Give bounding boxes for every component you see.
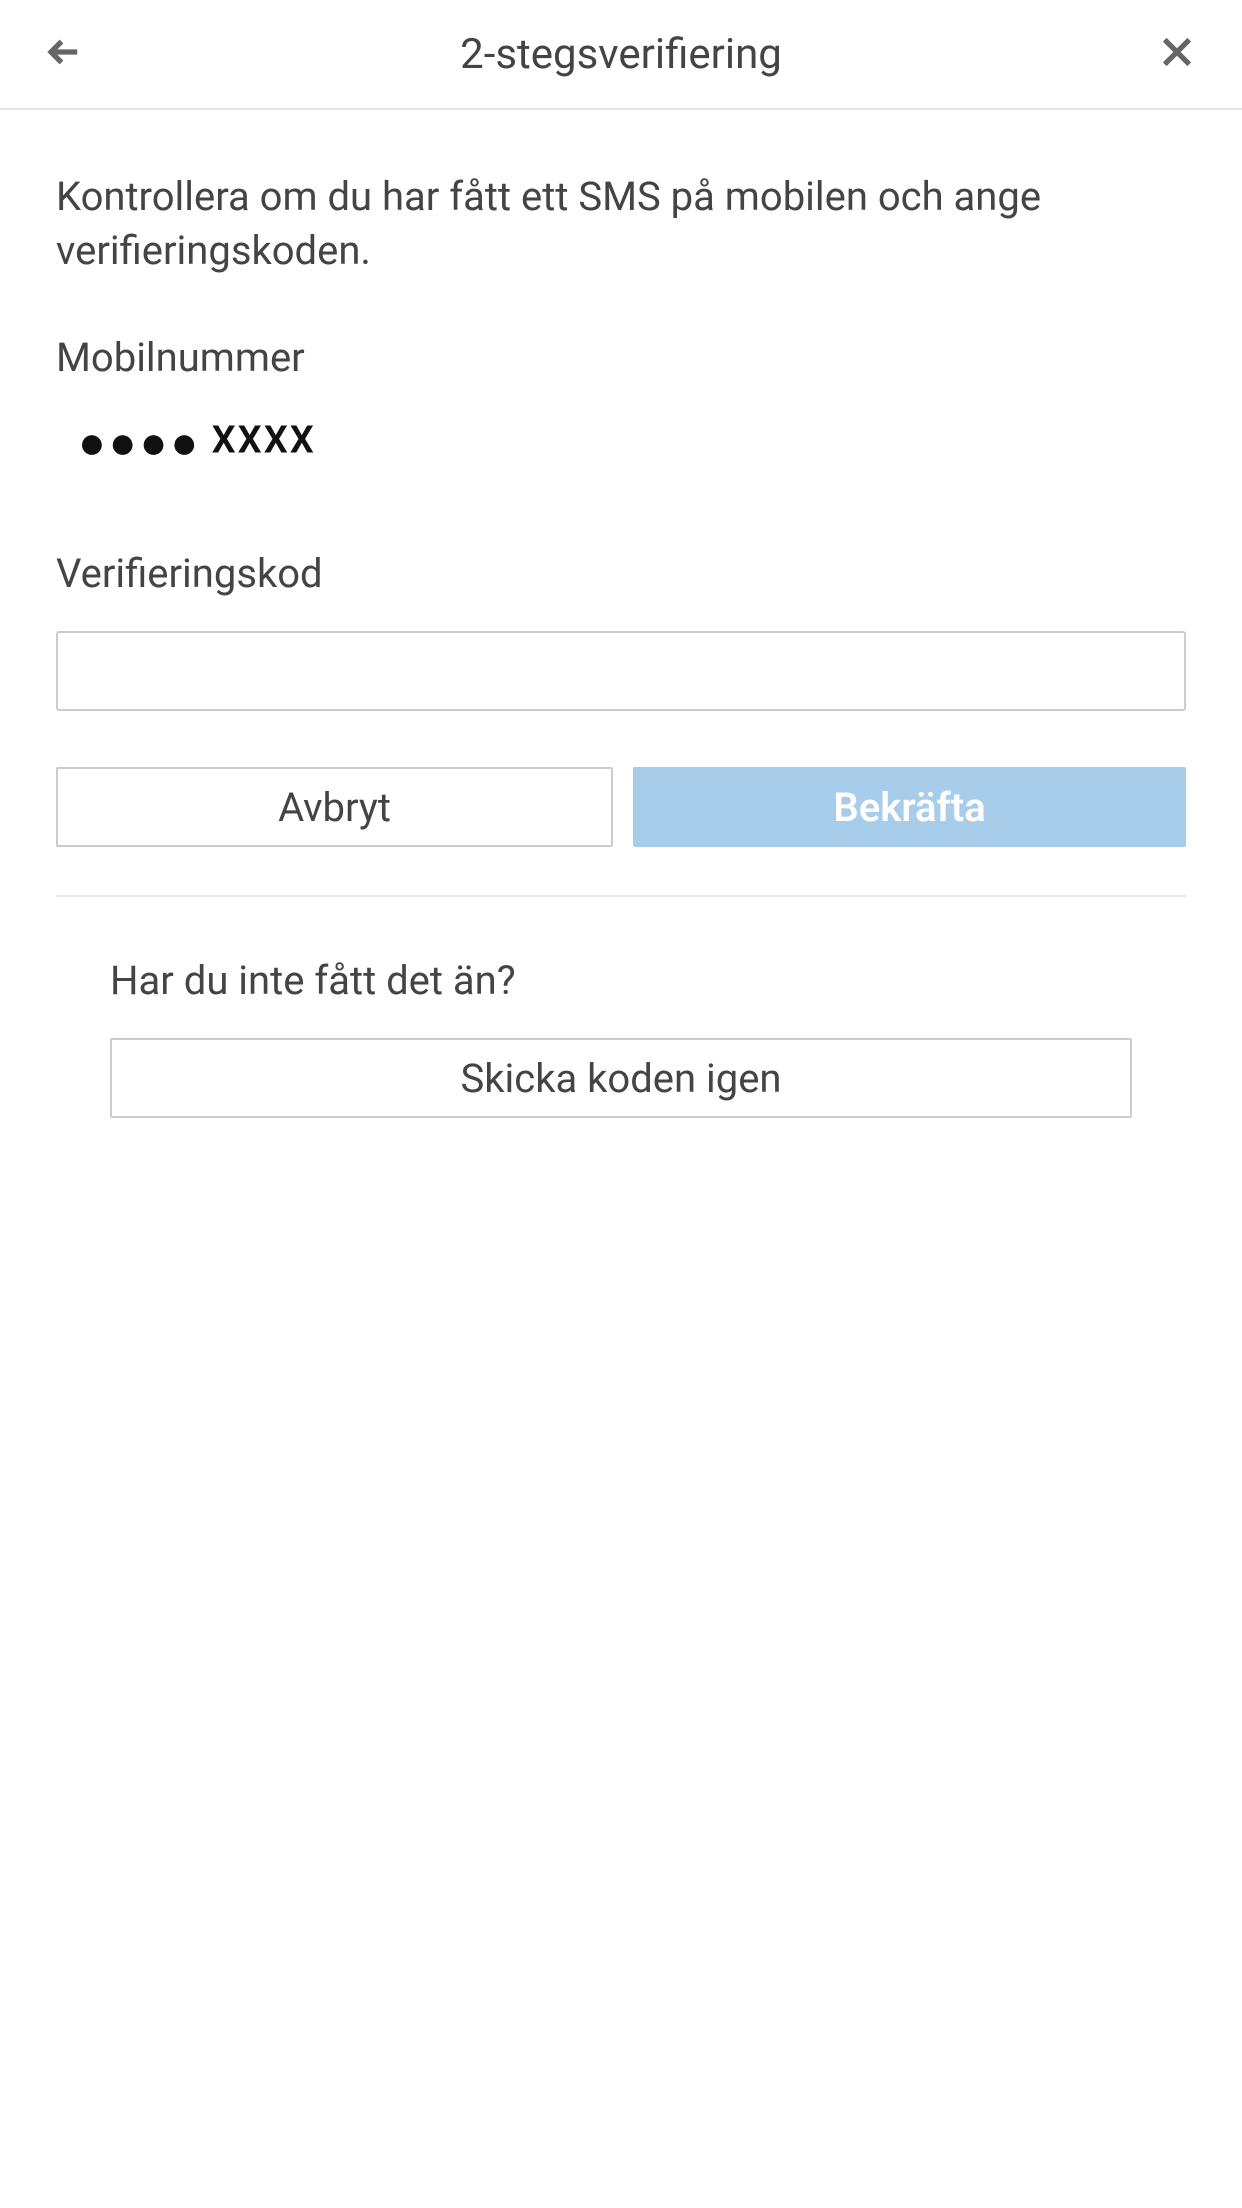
cancel-button[interactable]: Avbryt — [56, 767, 613, 847]
back-button[interactable] — [40, 29, 90, 79]
close-button[interactable] — [1152, 29, 1202, 79]
page-title: 2-stegsverifiering — [460, 30, 782, 79]
resend-prompt: Har du inte fått det än? — [110, 957, 1132, 1004]
phone-label: Mobilnummer — [56, 334, 1186, 381]
instruction-text: Kontrollera om du har fått ett SMS på mo… — [56, 170, 1186, 278]
resend-section: Har du inte fått det än? Skicka koden ig… — [56, 957, 1186, 1118]
phone-masked-dots: ●●●● — [78, 416, 201, 470]
phone-masked-x: XXXX — [212, 419, 316, 463]
phone-masked-value: ●●●● XXXX — [56, 415, 1186, 470]
action-buttons: Avbryt Bekräfta — [56, 767, 1186, 847]
resend-button[interactable]: Skicka koden igen — [110, 1038, 1132, 1118]
page-header: 2-stegsverifiering — [0, 0, 1242, 110]
main-content: Kontrollera om du har fått ett SMS på mo… — [0, 110, 1242, 1118]
confirm-button[interactable]: Bekräfta — [633, 767, 1186, 847]
code-label: Verifieringskod — [56, 550, 1186, 597]
close-icon — [1156, 31, 1198, 77]
divider — [56, 895, 1186, 897]
verification-code-input[interactable] — [56, 631, 1186, 711]
arrow-left-icon — [44, 31, 86, 77]
